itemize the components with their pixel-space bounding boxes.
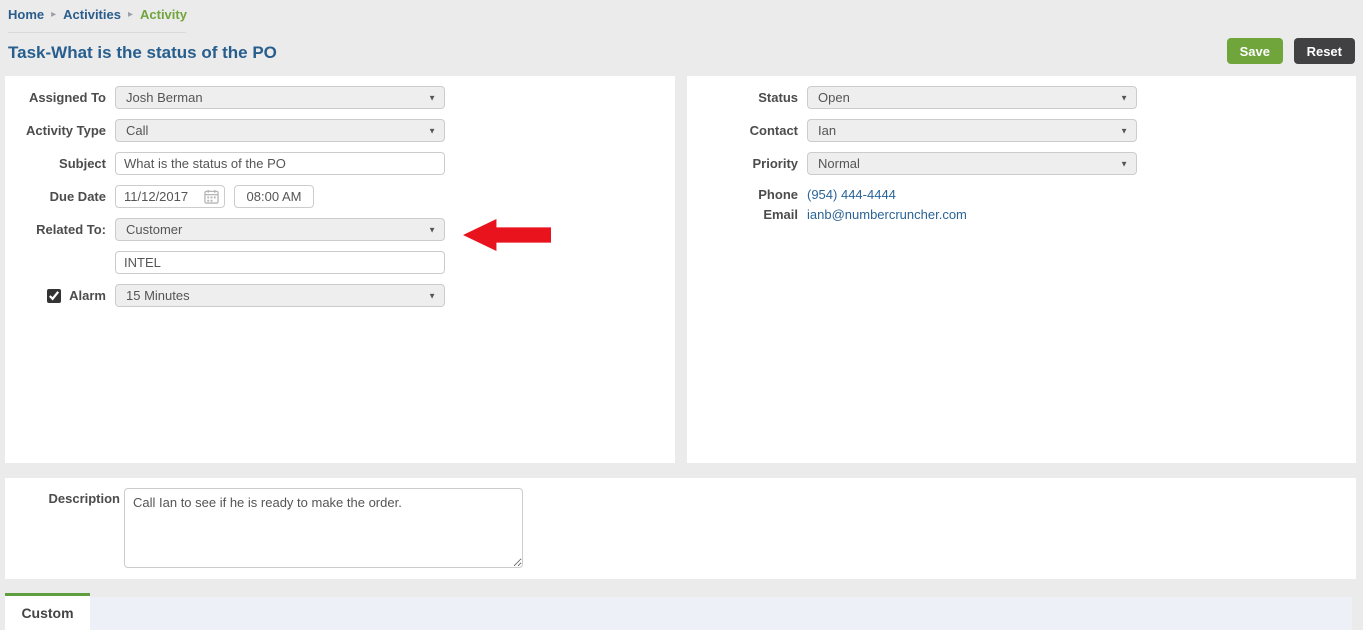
activity-type-row: Activity Type Call ▼ xyxy=(5,119,445,142)
assigned-to-label: Assigned To xyxy=(28,90,106,105)
activity-status-panel: Status Open ▼ Contact Ian ▼ Priority Nor… xyxy=(687,76,1356,463)
reset-button[interactable]: Reset xyxy=(1293,38,1355,64)
email-link[interactable]: ianb@numbercruncher.com xyxy=(807,207,967,222)
activity-type-value: Call xyxy=(126,123,149,138)
related-to-value: Customer xyxy=(126,222,183,237)
chevron-down-icon: ▼ xyxy=(428,93,436,102)
contact-row: Contact Ian ▼ xyxy=(697,119,1137,142)
related-to-row: Related To: Customer ▼ xyxy=(5,218,445,241)
tab-custom-label: Custom xyxy=(21,605,74,621)
assigned-to-value: Josh Berman xyxy=(126,90,203,105)
alarm-row: Alarm 15 Minutes ▼ xyxy=(5,284,445,307)
breadcrumb-activities[interactable]: Activities xyxy=(63,7,121,22)
contact-select[interactable]: Ian ▼ xyxy=(807,119,1137,142)
related-name-row xyxy=(5,251,445,274)
save-button[interactable]: Save xyxy=(1226,38,1283,64)
description-label: Description xyxy=(48,491,120,506)
subject-row: Subject xyxy=(5,152,445,175)
chevron-down-icon: ▼ xyxy=(428,126,436,135)
chevron-down-icon: ▼ xyxy=(428,291,436,300)
chevron-down-icon: ▼ xyxy=(1120,126,1128,135)
email-label: Email xyxy=(763,207,798,222)
subject-input[interactable] xyxy=(115,152,445,175)
due-date-row: Due Date xyxy=(5,185,314,208)
phone-label: Phone xyxy=(758,187,798,202)
priority-label: Priority xyxy=(752,156,798,171)
calendar-icon[interactable] xyxy=(204,189,219,204)
breadcrumb-divider xyxy=(8,32,186,33)
chevron-down-icon: ▼ xyxy=(428,225,436,234)
breadcrumb-home[interactable]: Home xyxy=(8,7,44,22)
chevron-down-icon: ▼ xyxy=(1120,159,1128,168)
description-textarea[interactable]: Call Ian to see if he is ready to make t… xyxy=(124,488,523,568)
status-value: Open xyxy=(818,90,850,105)
related-name-input[interactable] xyxy=(115,251,445,274)
status-row: Status Open ▼ xyxy=(697,86,1137,109)
activity-type-select[interactable]: Call ▼ xyxy=(115,119,445,142)
contact-label: Contact xyxy=(749,123,798,138)
priority-value: Normal xyxy=(818,156,860,171)
subject-label: Subject xyxy=(59,156,106,171)
chevron-down-icon: ▼ xyxy=(1120,93,1128,102)
alarm-interval-select[interactable]: 15 Minutes ▼ xyxy=(115,284,445,307)
email-row: Email ianb@numbercruncher.com xyxy=(697,203,967,226)
contact-value: Ian xyxy=(818,123,837,138)
due-date-label: Due Date xyxy=(49,189,106,204)
related-to-select[interactable]: Customer ▼ xyxy=(115,218,445,241)
breadcrumb: Home ▸ Activities ▸ Activity xyxy=(8,7,187,22)
assigned-to-row: Assigned To Josh Berman ▼ xyxy=(5,86,445,109)
activity-type-label: Activity Type xyxy=(26,123,106,138)
activity-details-panel: Assigned To Josh Berman ▼ Activity Type … xyxy=(5,76,675,463)
breadcrumb-separator-icon: ▸ xyxy=(51,9,57,20)
due-time-input[interactable] xyxy=(234,185,314,208)
tab-custom[interactable]: Custom xyxy=(5,593,90,630)
related-to-label: Related To: xyxy=(36,222,106,237)
alarm-label: Alarm xyxy=(69,288,106,303)
breadcrumb-activity-current: Activity xyxy=(140,7,187,22)
phone-link[interactable]: (954) 444-4444 xyxy=(807,187,896,202)
breadcrumb-separator-icon: ▸ xyxy=(127,9,133,20)
status-label: Status xyxy=(758,90,798,105)
assigned-to-select[interactable]: Josh Berman ▼ xyxy=(115,86,445,109)
description-panel: Description Call Ian to see if he is rea… xyxy=(5,478,1356,579)
priority-row: Priority Normal ▼ xyxy=(697,152,1137,175)
page-title: Task-What is the status of the PO xyxy=(8,43,277,62)
priority-select[interactable]: Normal ▼ xyxy=(807,152,1137,175)
alarm-interval-value: 15 Minutes xyxy=(126,288,190,303)
alarm-checkbox[interactable] xyxy=(47,288,62,303)
activity-edit-page: { "breadcrumb": { "separator": "▸", "hom… xyxy=(0,0,1363,630)
status-select[interactable]: Open ▼ xyxy=(807,86,1137,109)
tab-bar xyxy=(90,597,1352,630)
